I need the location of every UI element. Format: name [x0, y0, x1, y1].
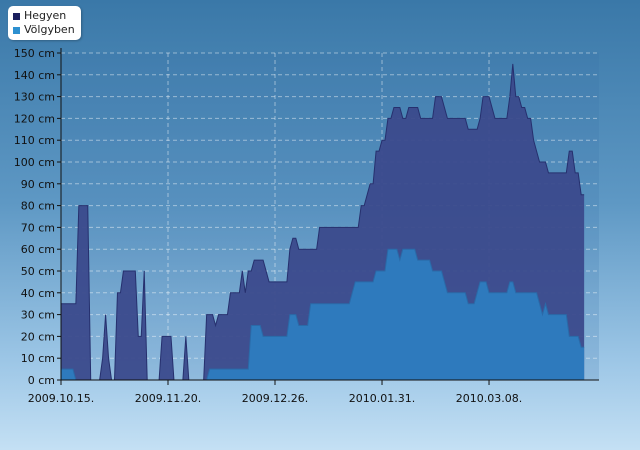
- y-tick-label-3: 30 cm: [21, 309, 55, 322]
- area-chart: 0 cm 10 cm 20 cm 30 cm 40 cm 50 cm 60 cm 70 cm 8…: [14, 47, 599, 405]
- y-tick-label-7: 70 cm: [21, 221, 55, 234]
- y-tick-label-8: 80 cm: [21, 200, 55, 213]
- x-tick-label-3: 2010.01.31.: [349, 392, 415, 405]
- y-tick-label-2: 20 cm: [21, 330, 55, 343]
- x-axis-ticks: 2009.10.15. 2009.11.20. 2009.12.26. 2010.01…: [28, 380, 522, 405]
- legend-label-hegyen: Hegyen: [24, 9, 67, 22]
- legend-item-hegyen: Hegyen: [13, 9, 75, 23]
- x-tick-label-0: 2009.10.15.: [28, 392, 94, 405]
- y-tick-label-14: 140 cm: [14, 69, 55, 82]
- y-tick-label-0: 0 cm: [28, 374, 55, 387]
- y-tick-label-11: 110 cm: [14, 134, 55, 147]
- y-axis-ticks: 0 cm 10 cm 20 cm 30 cm 40 cm 50 cm 60 cm 70 cm 8…: [14, 47, 61, 387]
- y-tick-label-15: 150 cm: [14, 47, 55, 60]
- y-tick-label-10: 100 cm: [14, 156, 55, 169]
- y-tick-label-4: 40 cm: [21, 287, 55, 300]
- x-tick-label-2: 2009.12.26.: [242, 392, 308, 405]
- x-tick-label-1: 2009.11.20.: [135, 392, 201, 405]
- y-tick-label-1: 10 cm: [21, 352, 55, 365]
- x-tick-label-4: 2010.03.08.: [456, 392, 522, 405]
- y-tick-label-6: 60 cm: [21, 243, 55, 256]
- legend-item-volgyben: Völgyben: [13, 23, 75, 37]
- chart-container: 0 cm 10 cm 20 cm 30 cm 40 cm 50 cm 60 cm 70 cm 8…: [0, 0, 640, 450]
- y-tick-label-12: 120 cm: [14, 112, 55, 125]
- y-tick-label-9: 90 cm: [21, 178, 55, 191]
- legend-swatch-hegyen: [13, 12, 20, 20]
- y-tick-label-13: 130 cm: [14, 91, 55, 104]
- legend-label-volgyben: Völgyben: [24, 23, 75, 36]
- legend: Hegyen Völgyben: [8, 6, 81, 40]
- y-tick-label-5: 50 cm: [21, 265, 55, 278]
- legend-swatch-volgyben: [13, 26, 20, 34]
